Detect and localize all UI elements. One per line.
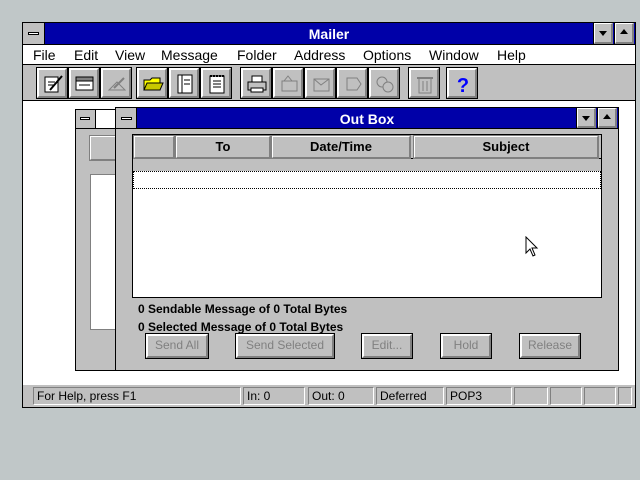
main-title-bar[interactable]: Mailer: [23, 23, 635, 45]
column-header-subject[interactable]: Subject: [413, 135, 599, 159]
outbox-title: Out Box: [339, 111, 395, 127]
background-window-system-menu-icon[interactable]: [76, 110, 96, 128]
column-header-datetime[interactable]: Date/Time: [271, 135, 411, 159]
retrieve-icon: [346, 77, 362, 91]
mailer-window: Mailer File Edit View Message Folder Add…: [22, 22, 636, 408]
menu-options[interactable]: Options: [363, 47, 411, 63]
open-folder-icon: [143, 77, 164, 91]
menu-edit[interactable]: Edit: [74, 47, 98, 63]
send-all-button[interactable]: Send All: [145, 333, 209, 359]
column-header-to[interactable]: To: [175, 135, 271, 159]
selected-summary: 0 Selected Message of 0 Total Bytes: [138, 320, 344, 334]
menu-folder[interactable]: Folder: [237, 47, 277, 63]
reply-icon: [107, 77, 127, 91]
outbox-maximize-button[interactable]: [597, 108, 617, 128]
menu-window[interactable]: Window: [429, 47, 479, 63]
transfer-button[interactable]: [368, 67, 400, 99]
menu-message[interactable]: Message: [161, 47, 218, 63]
send-icon: [281, 75, 298, 92]
outbox-minimize-button[interactable]: [576, 108, 596, 128]
main-minimize-button[interactable]: [593, 23, 613, 44]
print-icon: [247, 75, 267, 93]
status-protocol: POP3: [446, 387, 512, 405]
outbox-message-list[interactable]: To Date/Time Subject: [132, 134, 602, 298]
mouse-cursor-icon: [525, 236, 539, 257]
open-folder-button[interactable]: [136, 67, 168, 99]
read-icon: [75, 76, 94, 91]
menu-file[interactable]: File: [33, 47, 56, 63]
status-cell-empty-3: [584, 387, 616, 405]
menu-address[interactable]: Address: [294, 47, 345, 63]
main-maximize-button[interactable]: [614, 23, 634, 44]
retrieve-button[interactable]: [336, 67, 368, 99]
transfer-icon: [376, 76, 394, 93]
column-header-status[interactable]: [133, 135, 175, 159]
status-in-count: In: 0: [243, 387, 305, 405]
compose-button[interactable]: [36, 67, 68, 99]
notepad-icon: [209, 75, 225, 94]
mdi-client-area: Out Box To Date/Time Subject 0 Sendable …: [23, 101, 635, 385]
status-bar: For Help, press F1 In: 0 Out: 0 Deferred…: [23, 385, 635, 407]
menu-view[interactable]: View: [115, 47, 145, 63]
read-button[interactable]: [68, 67, 100, 99]
menu-help[interactable]: Help: [497, 47, 526, 63]
trash-icon: [417, 77, 433, 94]
sendable-summary: 0 Sendable Message of 0 Total Bytes: [138, 302, 348, 316]
reply-button[interactable]: [100, 67, 132, 99]
main-title: Mailer: [308, 26, 350, 42]
compose-icon: [44, 75, 63, 93]
outbox-title-bar[interactable]: Out Box: [116, 108, 618, 129]
send-selected-button[interactable]: Send Selected: [235, 333, 335, 359]
print-button[interactable]: [240, 67, 272, 99]
help-button[interactable]: ?: [446, 67, 478, 99]
status-mode: Deferred: [376, 387, 444, 405]
toolbar: ?: [23, 65, 635, 101]
status-cell-empty-4: [618, 387, 632, 405]
help-icon: ?: [457, 75, 469, 95]
forward-button[interactable]: [304, 67, 336, 99]
status-cell-empty-1: [514, 387, 548, 405]
status-cell-empty-2: [550, 387, 582, 405]
send-button[interactable]: [272, 67, 304, 99]
address-book-button[interactable]: [168, 67, 200, 99]
focus-row[interactable]: [133, 171, 601, 189]
outbox-window: Out Box To Date/Time Subject 0 Sendable …: [115, 107, 619, 371]
status-out-count: Out: 0: [308, 387, 374, 405]
svg-text:?: ?: [457, 75, 469, 95]
menu-bar: File Edit View Message Folder Address Op…: [23, 45, 635, 65]
notepad-button[interactable]: [200, 67, 232, 99]
hold-button[interactable]: Hold: [440, 333, 492, 359]
release-button[interactable]: Release: [519, 333, 581, 359]
status-help-text: For Help, press F1: [33, 387, 241, 405]
column-header: To Date/Time Subject: [133, 135, 601, 159]
forward-icon: [313, 78, 330, 92]
address-book-icon: [177, 74, 193, 94]
edit-button[interactable]: Edit...: [361, 333, 413, 359]
trash-button[interactable]: [408, 67, 440, 99]
